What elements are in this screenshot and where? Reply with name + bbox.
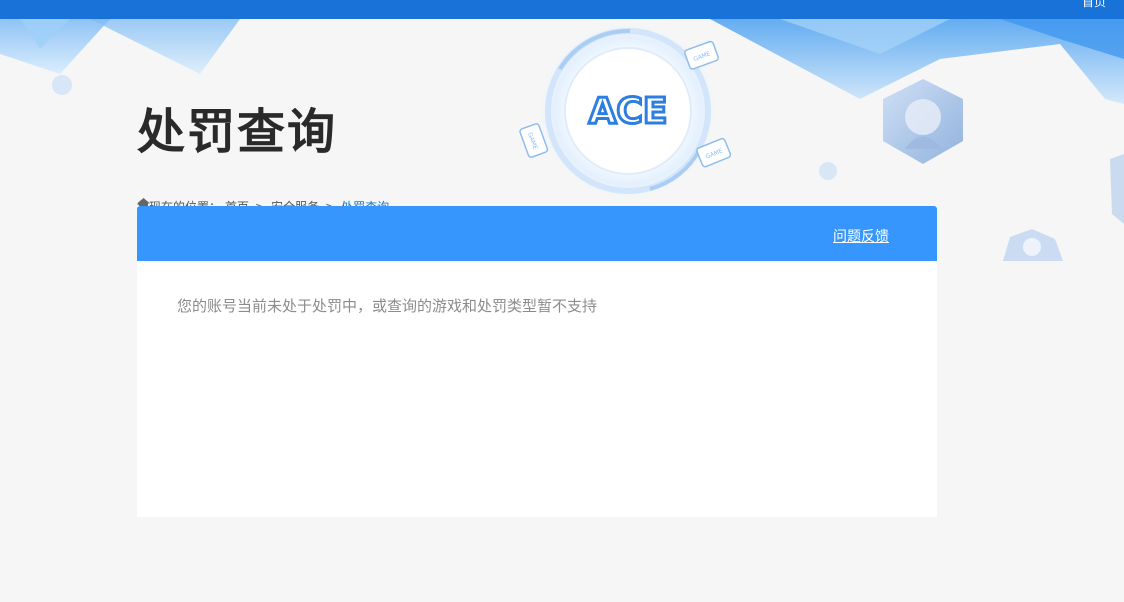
- panel-header: 问题反馈: [137, 206, 937, 261]
- page: 首页 ACE GAME GAME GAME 处罚查询 问题反馈 您的账号当前未处…: [0, 0, 1124, 602]
- svg-text:ACE: ACE: [589, 91, 668, 132]
- top-nav-home-link[interactable]: 首页: [1082, 0, 1106, 10]
- result-message: 您的账号当前未处于处罚中，或查询的游戏和处罚类型暂不支持: [177, 297, 598, 315]
- top-nav-bar: 首页: [0, 0, 1124, 19]
- feedback-link[interactable]: 问题反馈: [833, 226, 889, 246]
- ace-logo: ACE: [587, 90, 669, 134]
- result-panel: 问题反馈 您的账号当前未处于处罚中，或查询的游戏和处罚类型暂不支持: [137, 206, 937, 517]
- page-title: 处罚查询: [137, 104, 338, 160]
